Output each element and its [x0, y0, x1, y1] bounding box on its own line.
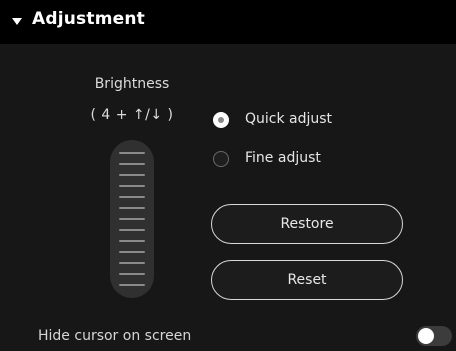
fine-adjust-label[interactable]: Fine adjust [245, 150, 321, 166]
slider-tick [119, 262, 145, 264]
slider-tick [119, 174, 145, 176]
brightness-shortcut-hint: ( 4 + ↑/↓ ) [90, 107, 174, 123]
slider-tick [119, 185, 145, 187]
slider-tick [119, 207, 145, 209]
reset-button[interactable]: Reset [211, 260, 403, 300]
slider-tick [119, 152, 145, 154]
toggle-knob [418, 328, 434, 344]
caret-down-icon[interactable] [12, 18, 22, 25]
hide-cursor-toggle[interactable] [416, 326, 452, 346]
slider-tick [119, 273, 145, 275]
brightness-label: Brightness [94, 76, 170, 92]
brightness-slider[interactable] [110, 140, 154, 298]
quick-adjust-radio[interactable] [213, 112, 229, 128]
slider-tick [119, 284, 145, 286]
fine-adjust-radio[interactable] [213, 151, 229, 167]
slider-tick [119, 229, 145, 231]
slider-tick [119, 218, 145, 220]
slider-tick [119, 240, 145, 242]
hide-cursor-label: Hide cursor on screen [38, 328, 192, 344]
section-header[interactable]: Adjustment [0, 0, 456, 44]
adjustment-panel [0, 44, 456, 351]
restore-button[interactable]: Restore [211, 204, 403, 244]
section-title: Adjustment [32, 9, 145, 29]
slider-tick [119, 163, 145, 165]
slider-tick [119, 196, 145, 198]
quick-adjust-label[interactable]: Quick adjust [245, 111, 332, 127]
slider-tick [119, 251, 145, 253]
